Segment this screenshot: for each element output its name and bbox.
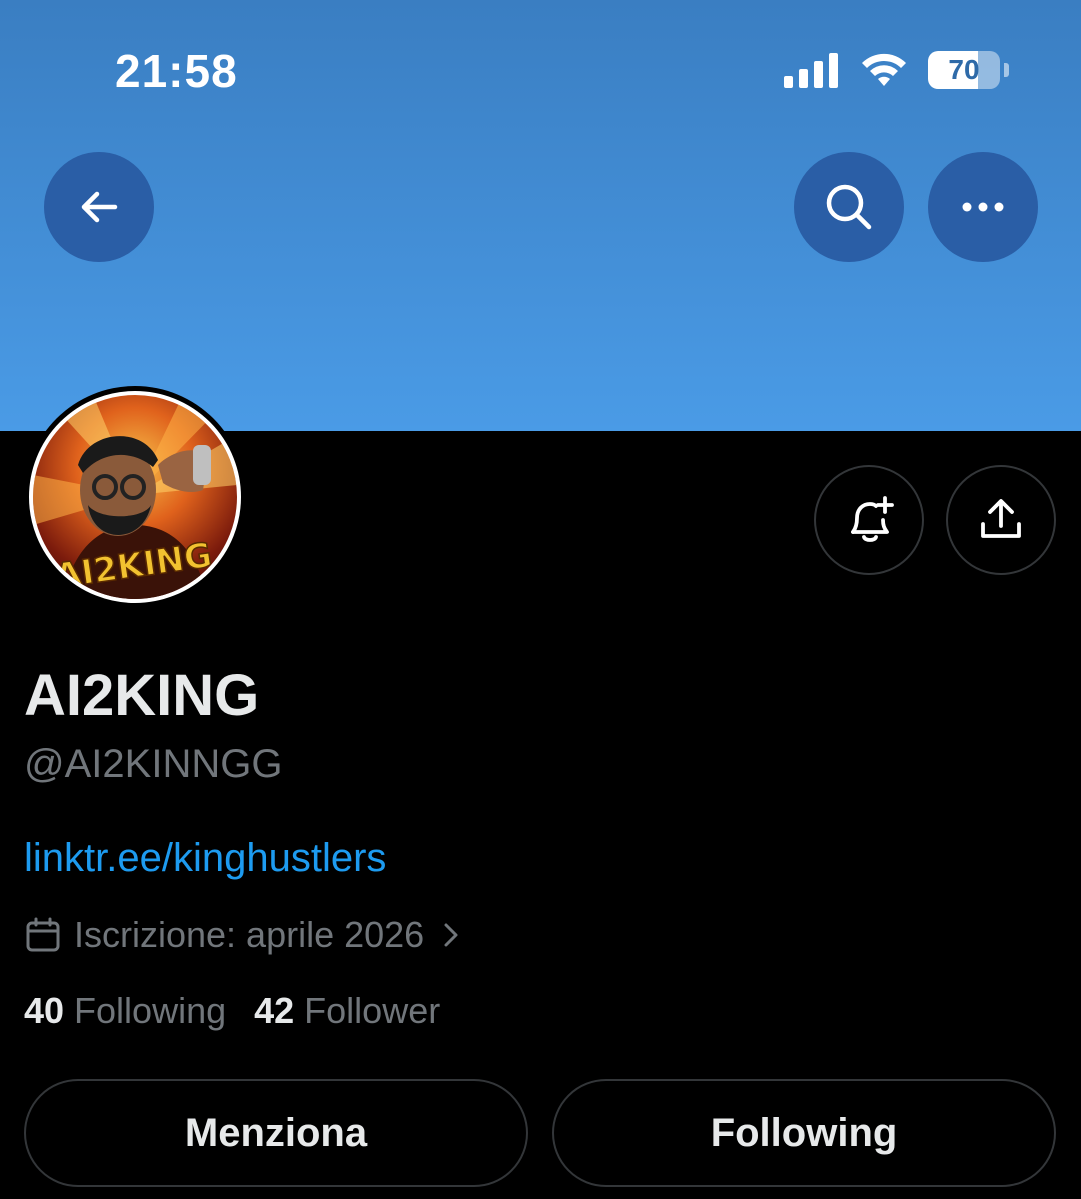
wifi-icon bbox=[862, 53, 906, 86]
following-count: 40 bbox=[24, 990, 65, 1031]
following-label: Following bbox=[74, 990, 227, 1031]
notifications-button[interactable] bbox=[814, 465, 924, 575]
more-button[interactable] bbox=[928, 152, 1038, 262]
battery-cap bbox=[1004, 63, 1009, 77]
share-upload-icon bbox=[981, 499, 1021, 538]
calendar-icon bbox=[26, 917, 60, 952]
chevron-right-icon bbox=[444, 923, 458, 947]
followers-count-link[interactable]: 42 Follower bbox=[254, 990, 440, 1032]
followers-count: 42 bbox=[254, 990, 295, 1031]
profile-name: AI2KING bbox=[24, 663, 260, 728]
mention-button[interactable]: Menziona bbox=[24, 1079, 528, 1187]
profile-website-link[interactable]: linktr.ee/kinghustlers bbox=[24, 836, 386, 881]
battery-indicator: 70 bbox=[928, 51, 1000, 89]
status-icons: 70 bbox=[784, 50, 1009, 90]
status-time: 21:58 bbox=[115, 45, 238, 97]
profile-handle: @AI2KINNGG bbox=[24, 742, 283, 786]
avatar[interactable]: AI2KING bbox=[24, 386, 246, 608]
bell-plus-icon bbox=[851, 496, 894, 542]
battery-percent: 70 bbox=[948, 54, 980, 85]
search-button[interactable] bbox=[794, 152, 904, 262]
avatar-image: AI2KING bbox=[29, 391, 241, 603]
follow-stats: 40 Following 42 Follower bbox=[24, 990, 440, 1032]
following-count-link[interactable]: 40 Following bbox=[24, 990, 226, 1032]
arrow-left-icon bbox=[81, 191, 118, 223]
search-icon bbox=[826, 184, 872, 230]
joined-date-text: Iscrizione: aprile 2026 bbox=[74, 914, 425, 955]
share-button[interactable] bbox=[946, 465, 1056, 575]
ellipsis-icon bbox=[962, 202, 1004, 212]
joined-date[interactable]: Iscrizione: aprile 2026 bbox=[24, 912, 466, 958]
avatar-illustration: AI2KING bbox=[33, 395, 237, 599]
followers-label: Follower bbox=[304, 990, 441, 1031]
signal-icon bbox=[784, 53, 838, 88]
back-button[interactable] bbox=[44, 152, 154, 262]
following-button[interactable]: Following bbox=[552, 1079, 1056, 1187]
